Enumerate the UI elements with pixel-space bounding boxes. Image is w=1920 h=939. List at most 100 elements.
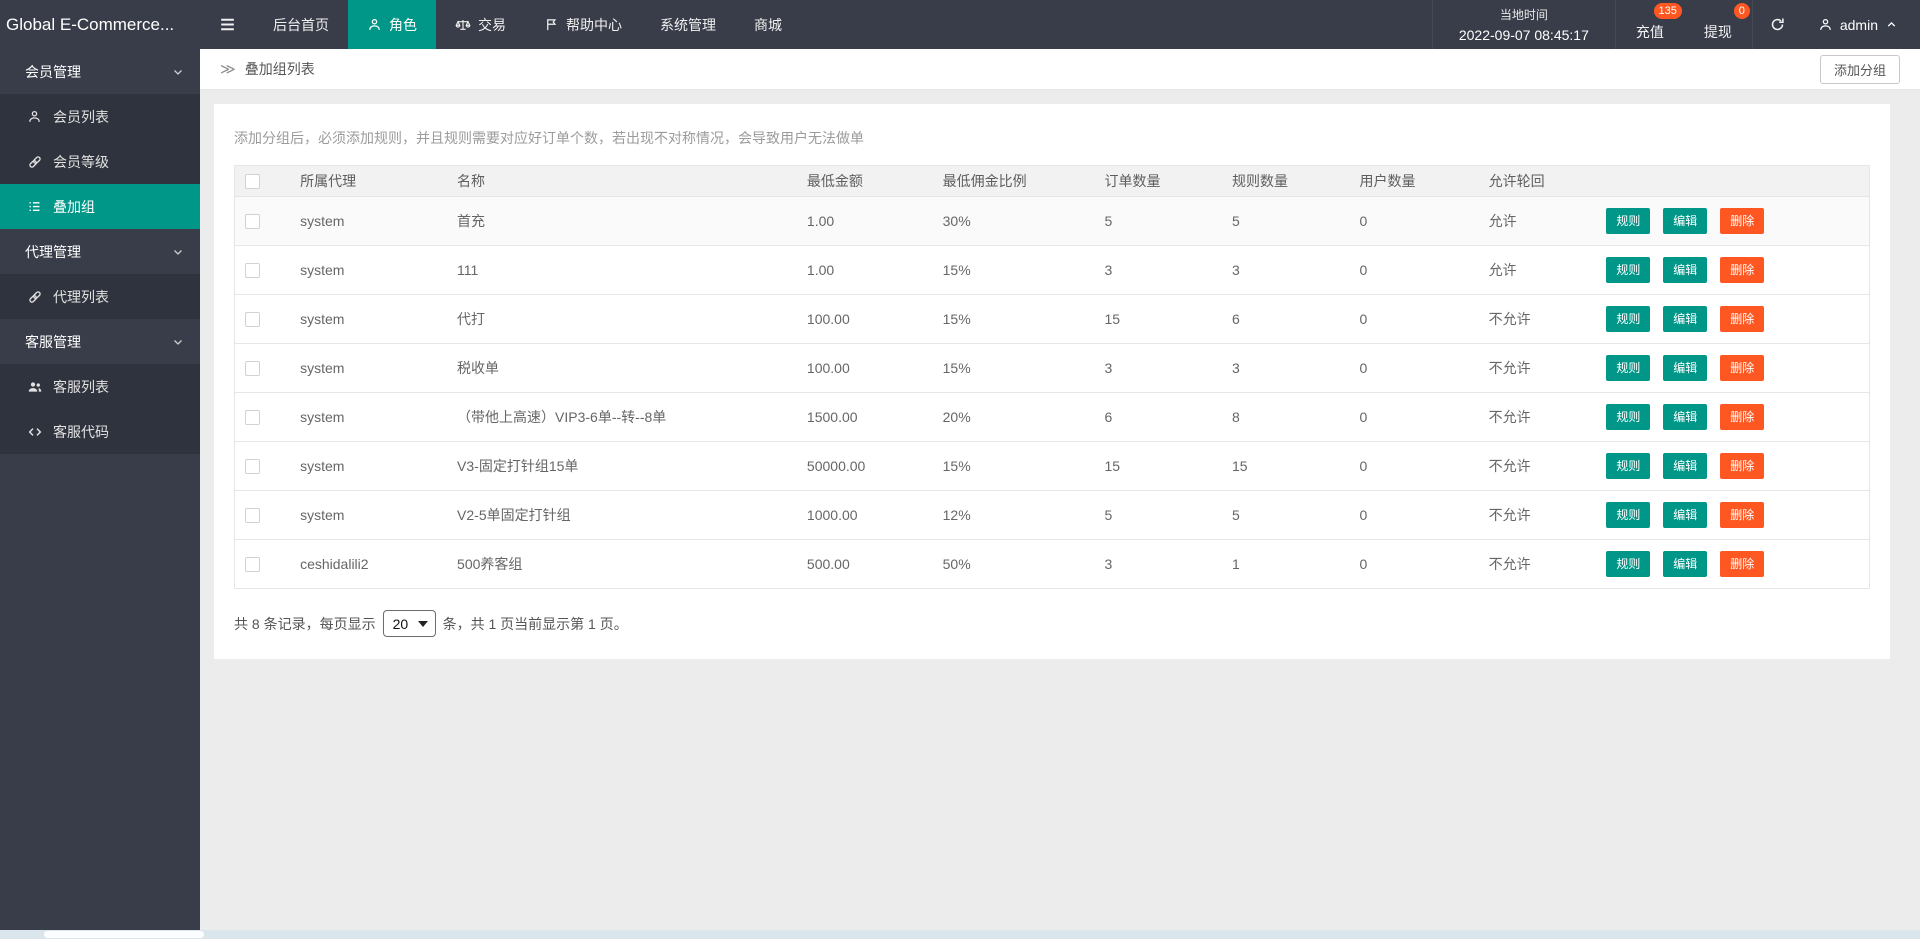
recharge-link[interactable]: 充值 135 [1616, 0, 1684, 49]
rule-button[interactable]: 规则 [1606, 404, 1650, 430]
delete-button[interactable]: 删除 [1720, 208, 1764, 234]
cell-name: （带他上高速）VIP3-6单--转--8单 [447, 393, 797, 442]
sidebar-item-member-list[interactable]: 会员列表 [0, 94, 200, 139]
rule-button[interactable]: 规则 [1606, 502, 1650, 528]
pagination-suffix: 条，共 1 页当前显示第 1 页。 [443, 614, 628, 634]
col-min-amount: 最低金额 [797, 166, 933, 197]
sidebar-group-member[interactable]: 会员管理 [0, 49, 200, 94]
table-row: system 首充 1.00 30% 5 5 0 允许 规则 编辑 删除 [235, 197, 1870, 246]
cell-name: V3-固定打针组15单 [447, 442, 797, 491]
edit-button[interactable]: 编辑 [1663, 404, 1707, 430]
page-size-select[interactable]: 20 [383, 610, 436, 637]
cell-users: 0 [1350, 344, 1479, 393]
nav-item-roles[interactable]: 角色 [348, 0, 436, 49]
horizontal-scrollbar-thumb[interactable] [44, 931, 204, 938]
row-checkbox[interactable] [245, 508, 260, 523]
withdraw-link[interactable]: 提现 0 [1684, 0, 1752, 49]
rule-button[interactable]: 规则 [1606, 257, 1650, 283]
rule-button[interactable]: 规则 [1606, 453, 1650, 479]
row-checkbox[interactable] [245, 312, 260, 327]
edit-button[interactable]: 编辑 [1663, 306, 1707, 332]
row-checkbox[interactable] [245, 557, 260, 572]
delete-button[interactable]: 删除 [1720, 453, 1764, 479]
cell-users: 0 [1350, 491, 1479, 540]
cell-cycle: 不允许 [1479, 442, 1597, 491]
rule-button[interactable]: 规则 [1606, 551, 1650, 577]
cell-rules: 3 [1222, 246, 1350, 295]
sidebar: 会员管理 会员列表 会员等级 叠加组 代理管理 代理列表 客服管理 [0, 49, 200, 930]
user-menu[interactable]: admin [1802, 0, 1920, 49]
breadcrumb-bar: ≫ 叠加组列表 添加分组 [200, 49, 1920, 90]
tip-text: 添加分组后，必须添加规则，并且规则需要对应好订单个数，若出现不对称情况，会导致用… [234, 128, 1870, 148]
delete-button[interactable]: 删除 [1720, 257, 1764, 283]
nav-item-trade[interactable]: 交易 [436, 0, 525, 49]
table-row: system V3-固定打针组15单 50000.00 15% 15 15 0 … [235, 442, 1870, 491]
scales-icon [455, 17, 471, 33]
row-checkbox[interactable] [245, 361, 260, 376]
refresh-icon [1769, 16, 1786, 33]
cell-min-commission: 12% [933, 491, 1095, 540]
delete-button[interactable]: 删除 [1720, 404, 1764, 430]
cell-min-amount: 500.00 [797, 540, 933, 589]
edit-button[interactable]: 编辑 [1663, 257, 1707, 283]
nav-item-mall[interactable]: 商城 [735, 0, 801, 49]
sidebar-item-agent-list[interactable]: 代理列表 [0, 274, 200, 319]
sidebar-toggle-button[interactable] [200, 0, 254, 49]
delete-button[interactable]: 删除 [1720, 355, 1764, 381]
row-checkbox[interactable] [245, 459, 260, 474]
edit-button[interactable]: 编辑 [1663, 502, 1707, 528]
rule-button[interactable]: 规则 [1606, 355, 1650, 381]
cell-min-amount: 50000.00 [797, 442, 933, 491]
cell-orders: 3 [1094, 246, 1222, 295]
row-checkbox[interactable] [245, 263, 260, 278]
cell-agent: system [290, 295, 447, 344]
cell-rules: 1 [1222, 540, 1350, 589]
app-title: Global E-Commerce... [0, 0, 200, 49]
sidebar-item-service-code[interactable]: 客服代码 [0, 409, 200, 454]
cell-name: 代打 [447, 295, 797, 344]
delete-button[interactable]: 删除 [1720, 502, 1764, 528]
sidebar-item-stack-group[interactable]: 叠加组 [0, 184, 200, 229]
edit-button[interactable]: 编辑 [1663, 551, 1707, 577]
local-time-value: 2022-09-07 08:45:17 [1459, 27, 1589, 43]
edit-button[interactable]: 编辑 [1663, 208, 1707, 234]
cell-min-amount: 1500.00 [797, 393, 933, 442]
sidebar-group-agent[interactable]: 代理管理 [0, 229, 200, 274]
cell-users: 0 [1350, 246, 1479, 295]
edit-button[interactable]: 编辑 [1663, 453, 1707, 479]
select-all-checkbox[interactable] [245, 174, 260, 189]
user-icon [1818, 17, 1833, 32]
delete-button[interactable]: 删除 [1720, 551, 1764, 577]
horizontal-scrollbar-track[interactable] [0, 930, 1920, 939]
cell-rules: 6 [1222, 295, 1350, 344]
nav-item-dashboard[interactable]: 后台首页 [254, 0, 348, 49]
delete-button[interactable]: 删除 [1720, 306, 1764, 332]
cell-users: 0 [1350, 197, 1479, 246]
cell-agent: system [290, 197, 447, 246]
cell-orders: 5 [1094, 197, 1222, 246]
sidebar-item-member-level[interactable]: 会员等级 [0, 139, 200, 184]
col-orders: 订单数量 [1094, 166, 1222, 197]
page-title: 叠加组列表 [245, 59, 315, 79]
breadcrumb: ≫ 叠加组列表 [220, 59, 315, 79]
cell-min-amount: 100.00 [797, 344, 933, 393]
nav-item-help-center[interactable]: 帮助中心 [525, 0, 641, 49]
cell-cycle: 不允许 [1479, 295, 1597, 344]
edit-button[interactable]: 编辑 [1663, 355, 1707, 381]
cell-cycle: 不允许 [1479, 344, 1597, 393]
sidebar-item-service-list[interactable]: 客服列表 [0, 364, 200, 409]
sidebar-group-service[interactable]: 客服管理 [0, 319, 200, 364]
rule-button[interactable]: 规则 [1606, 306, 1650, 332]
page-size-select-wrap: 20 [383, 610, 436, 637]
cell-min-commission: 15% [933, 246, 1095, 295]
chevron-down-icon [172, 66, 184, 78]
add-group-button[interactable]: 添加分组 [1820, 55, 1900, 84]
refresh-button[interactable] [1752, 0, 1802, 49]
nav-item-system[interactable]: 系统管理 [641, 0, 735, 49]
cell-cycle: 不允许 [1479, 540, 1597, 589]
top-navigation: 后台首页 角色 交易 帮助中心 系统管理 商城 [254, 0, 801, 49]
row-checkbox[interactable] [245, 410, 260, 425]
chevron-down-icon [172, 336, 184, 348]
row-checkbox[interactable] [245, 214, 260, 229]
rule-button[interactable]: 规则 [1606, 208, 1650, 234]
